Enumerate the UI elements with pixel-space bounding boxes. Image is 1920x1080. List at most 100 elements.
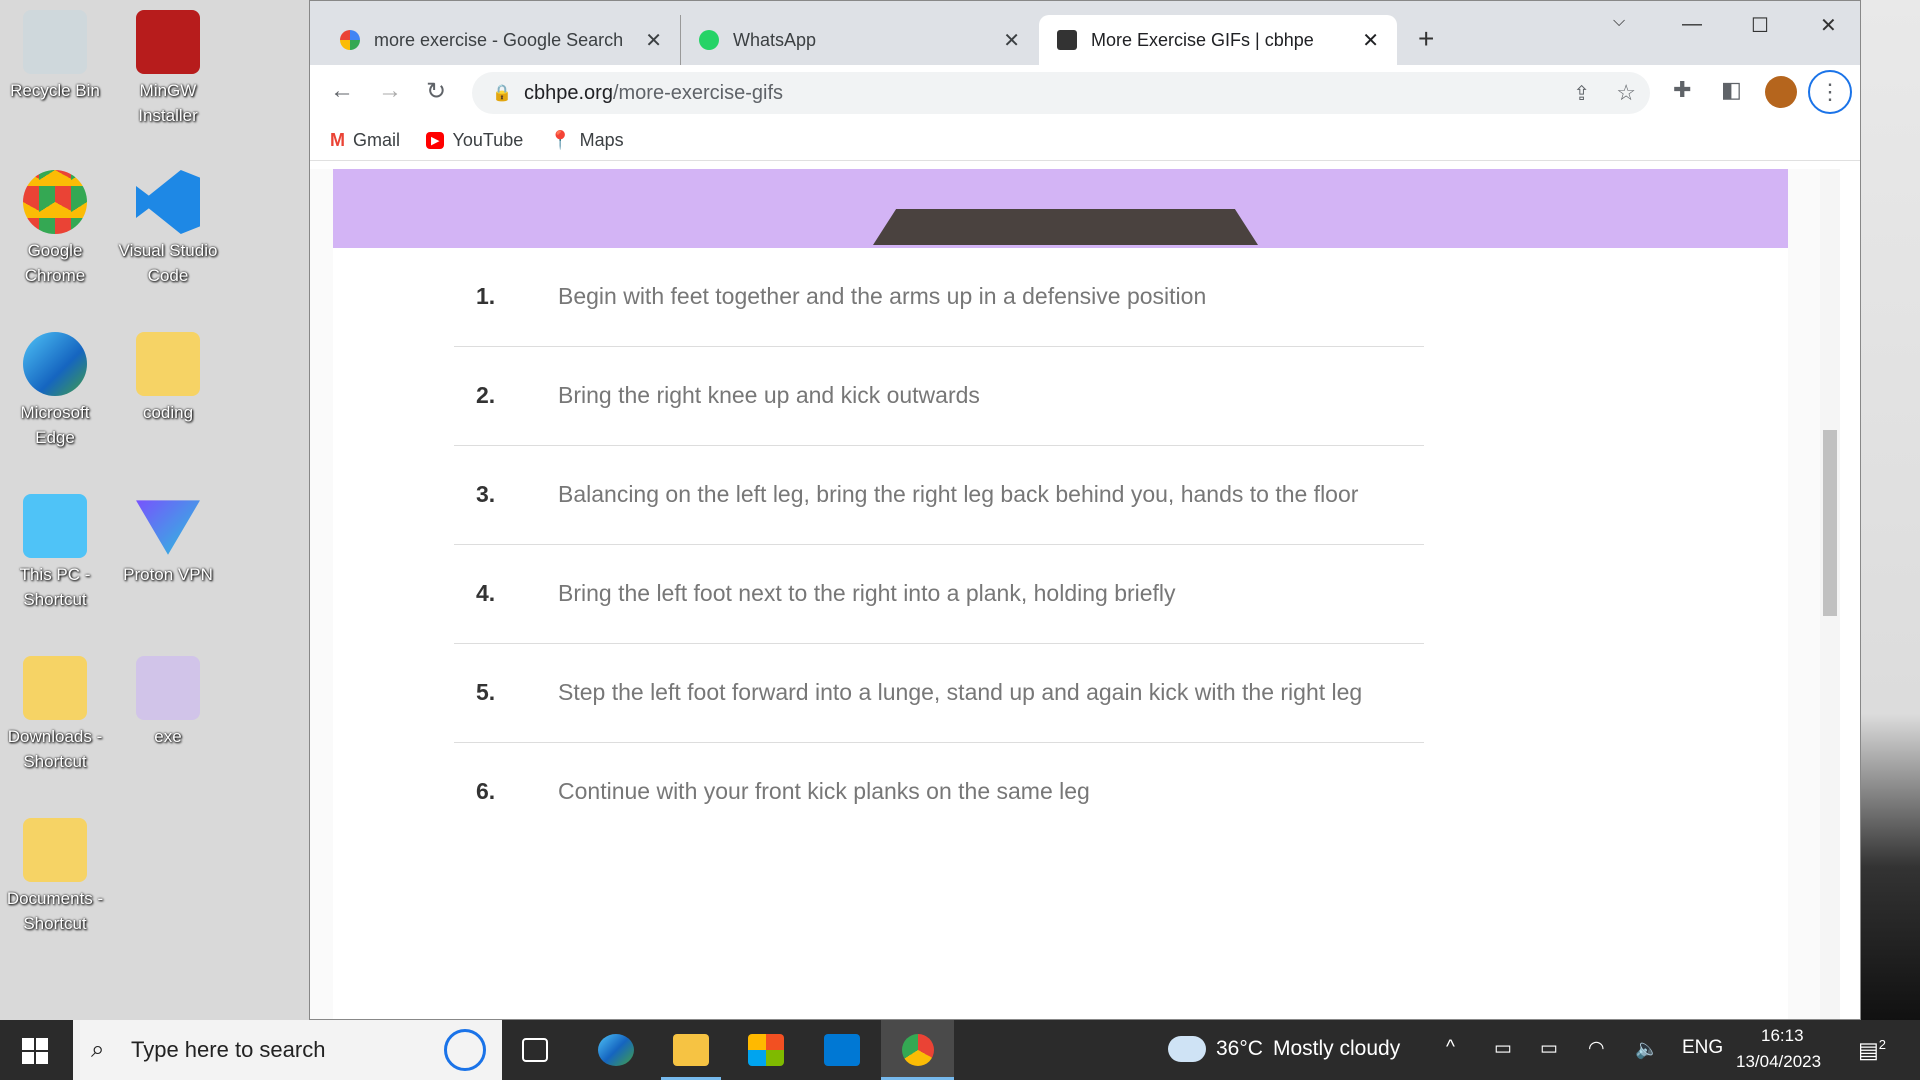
gmail-icon: M — [330, 129, 345, 150]
step-text: Bring the right knee up and kick outward… — [558, 382, 980, 408]
scrollbar-thumb[interactable] — [1823, 430, 1837, 616]
desktop-icon-downloads[interactable]: Downloads - Shortcut — [0, 656, 110, 774]
search-icon: ⌕ — [91, 1036, 105, 1063]
bookmark-gmail[interactable]: M Gmail — [330, 130, 400, 151]
step-item: 2. Bring the right knee up and kick outwa… — [454, 347, 1424, 446]
bookmark-youtube[interactable]: ▶ YouTube — [426, 130, 523, 151]
google-icon — [340, 30, 360, 50]
bookmark-maps[interactable]: 📍 Maps — [549, 130, 623, 151]
clock-date[interactable]: 13/04/2023 — [1736, 1052, 1821, 1072]
close-tab-icon[interactable]: ✕ — [1362, 28, 1379, 53]
forward-button[interactable]: → — [378, 77, 402, 105]
tab-strip: more exercise - Google Search ✕ WhatsApp ✕… — [310, 1, 1860, 65]
tab-google-search[interactable]: more exercise - Google Search ✕ — [322, 15, 680, 65]
desktop-icon-mingw[interactable]: MinGW Installer — [113, 10, 223, 128]
taskbar-search-box[interactable]: ⌕ Type here to search — [73, 1020, 502, 1080]
address-bar[interactable]: 🔒 cbhpe.org/more-exercise-gifs ⇪ ☆ — [472, 72, 1650, 114]
bing-icon[interactable] — [444, 1029, 486, 1071]
back-button[interactable]: ← — [330, 77, 354, 105]
lock-icon: 🔒 — [492, 85, 512, 102]
desktop-icon-this-pc[interactable]: This PC - Shortcut — [0, 494, 110, 612]
task-view-icon[interactable] — [522, 1038, 548, 1062]
documents-folder-icon — [23, 818, 87, 882]
tab-search-chevron-icon[interactable]: ⌵ — [1613, 13, 1625, 31]
maximize-button[interactable]: ☐ — [1751, 13, 1769, 38]
wifi-icon[interactable]: ◠ — [1588, 1037, 1605, 1060]
chrome-icon — [23, 170, 87, 234]
pc-icon — [23, 494, 87, 558]
chrome-icon — [901, 1034, 934, 1066]
clock-time[interactable]: 16:13 — [1761, 1026, 1804, 1046]
minimize-button[interactable]: — — [1682, 13, 1702, 36]
bookmark-star-icon[interactable]: ☆ — [1616, 80, 1636, 106]
step-number: 1. — [476, 283, 496, 309]
cbhpe-favicon-icon — [1057, 30, 1077, 50]
step-number: 6. — [476, 778, 496, 804]
show-hidden-icons-chevron[interactable]: ^ — [1446, 1037, 1455, 1059]
step-number: 5. — [476, 679, 496, 705]
step-text: Step the left foot forward into a lunge,… — [558, 679, 1363, 705]
desktop-icon-vscode[interactable]: Visual Studio Code — [113, 170, 223, 288]
desktop-icon-protonvpn[interactable]: Proton VPN — [113, 494, 223, 587]
chrome-taskbar-button[interactable] — [881, 1020, 954, 1080]
start-button[interactable] — [22, 1038, 48, 1064]
weather-temp[interactable]: 36°C — [1216, 1037, 1263, 1061]
desktop-icon-edge[interactable]: Microsoft Edge — [0, 332, 110, 450]
folder-icon — [136, 332, 200, 396]
chrome-window: more exercise - Google Search ✕ WhatsApp ✕… — [309, 0, 1861, 1020]
volume-icon[interactable]: 🔈 — [1635, 1037, 1659, 1061]
folder-icon — [136, 656, 200, 720]
desktop-icon-coding[interactable]: coding — [113, 332, 223, 425]
bookmarks-bar: M Gmail ▶ YouTube 📍 Maps — [310, 120, 1860, 161]
share-icon[interactable]: ⇪ — [1573, 81, 1590, 106]
step-item: 6. Continue with your front kick planks o… — [454, 743, 1424, 841]
mail-icon[interactable] — [824, 1034, 860, 1066]
close-tab-icon[interactable]: ✕ — [1003, 28, 1020, 53]
new-tab-button[interactable]: + — [1418, 23, 1434, 55]
exercise-gif-banner — [333, 169, 1788, 248]
desktop-icon-recycle-bin[interactable]: Recycle Bin — [0, 10, 110, 103]
tab-cbhpe[interactable]: More Exercise GIFs | cbhpe ✕ — [1039, 15, 1397, 65]
toolbar: ← → ↻ 🔒 cbhpe.org/more-exercise-gifs ⇪ ☆… — [310, 65, 1860, 120]
file-explorer-icon[interactable] — [673, 1034, 709, 1066]
vscode-icon — [136, 170, 200, 234]
scrollbar[interactable] — [1820, 169, 1840, 1019]
menu-kebab-icon[interactable]: ⋮ — [1808, 70, 1852, 114]
step-text: Bring the left foot next to the right in… — [558, 580, 1176, 606]
recycle-bin-icon — [23, 10, 87, 74]
notification-center-icon[interactable]: ▤2 — [1858, 1037, 1886, 1063]
whatsapp-icon — [699, 30, 719, 50]
reload-button[interactable]: ↻ — [426, 77, 446, 106]
desktop-icon-chrome[interactable]: Google Chrome — [0, 170, 110, 288]
wallpaper — [1861, 0, 1920, 1020]
desktop-icon-documents[interactable]: Documents - Shortcut — [0, 818, 110, 936]
step-text: Continue with your front kick planks on … — [558, 778, 1090, 804]
step-item: 4. Bring the left foot next to the right … — [454, 545, 1424, 644]
page-body: 1. Begin with feet together and the arms … — [333, 169, 1788, 1019]
profile-avatar[interactable] — [1765, 76, 1797, 108]
step-item: 1. Begin with feet together and the arms … — [454, 248, 1424, 347]
edge-taskbar-icon[interactable] — [598, 1034, 634, 1066]
microsoft-store-icon[interactable] — [748, 1034, 784, 1066]
battery-icon[interactable]: ▭ — [1540, 1037, 1558, 1060]
tab-whatsapp[interactable]: WhatsApp ✕ — [680, 15, 1038, 65]
step-item: 3. Balancing on the left leg, bring the r… — [454, 446, 1424, 545]
edge-icon — [23, 332, 87, 396]
steps-list: 1. Begin with feet together and the arms … — [454, 248, 1424, 841]
side-panel-icon[interactable]: ◧ — [1721, 77, 1742, 103]
weather-desc[interactable]: Mostly cloudy — [1273, 1037, 1400, 1061]
desktop-icon-exe[interactable]: exe — [113, 656, 223, 749]
meet-now-icon[interactable]: ▭ — [1494, 1037, 1512, 1060]
close-tab-icon[interactable]: ✕ — [645, 28, 662, 53]
step-item: 5. Step the left foot forward into a lung… — [454, 644, 1424, 743]
step-text: Balancing on the left leg, bring the rig… — [558, 481, 1359, 507]
extensions-icon[interactable]: ✚ — [1673, 77, 1691, 103]
installer-icon — [136, 10, 200, 74]
step-text: Begin with feet together and the arms up… — [558, 283, 1207, 309]
youtube-icon: ▶ — [426, 131, 445, 149]
step-number: 2. — [476, 382, 496, 408]
taskbar: ⌕ Type here to search 36°C Mostly cloudy … — [0, 1020, 1920, 1080]
protonvpn-icon — [136, 500, 200, 555]
close-window-button[interactable]: ✕ — [1820, 13, 1837, 38]
language-indicator[interactable]: ENG — [1682, 1037, 1723, 1059]
